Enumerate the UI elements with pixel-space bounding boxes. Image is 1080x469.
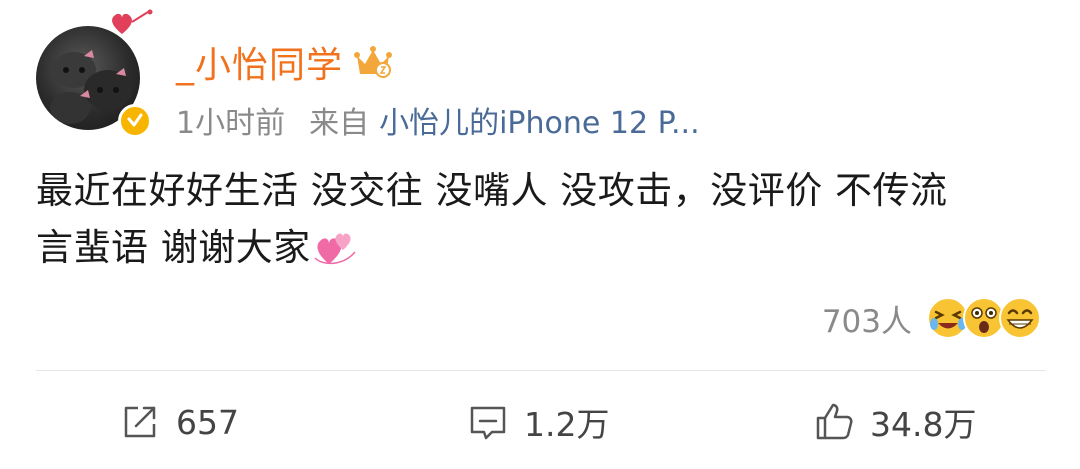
username-row: _小怡同学 [176, 40, 393, 86]
post-text-line-2: 言蜚语 谢谢大家 [36, 226, 311, 269]
comment-button[interactable]: 1.2万 [466, 390, 609, 454]
source-device-link[interactable]: 小怡儿的iPhone 12 P... [379, 98, 700, 142]
reaction-count[interactable]: 703人 [822, 296, 912, 341]
post-time: 1小时前 [176, 106, 286, 141]
weibo-post-card: _小怡同学 1小时前 来自 小怡儿的iPhone 12 P... 最近在好好生活… [0, 0, 1080, 469]
source-label: 来自 [309, 106, 370, 141]
divider [36, 370, 1046, 371]
verified-badge-icon [118, 104, 152, 138]
heart-frame-icon [112, 9, 153, 34]
repost-icon [124, 406, 156, 438]
repost-count: 657 [176, 402, 239, 442]
post-body: 最近在好好生活 没交往 没嘴人 没攻击，没评价 不传流 言蜚语 谢谢大家 [36, 162, 1046, 276]
like-button[interactable]: 34.8万 [812, 390, 976, 454]
thumbs-up-icon [816, 403, 853, 440]
post-text-line-1: 最近在好好生活 没交往 没嘴人 没攻击，没评价 不传流 [36, 169, 948, 212]
like-count: 34.8万 [870, 405, 977, 444]
reaction-emoji-stack[interactable] [926, 294, 1046, 342]
post-meta: 1小时前 来自 小怡儿的iPhone 12 P... [176, 98, 700, 142]
comment-icon [470, 406, 506, 440]
avatar-container[interactable] [36, 9, 153, 138]
repost-button[interactable]: 657 [118, 390, 239, 454]
two-hearts-emoji-icon [314, 233, 356, 265]
vip-crown-icon[interactable] [353, 44, 393, 80]
comment-count: 1.2万 [524, 405, 610, 444]
reaction-summary[interactable]: 703人 [822, 294, 1046, 342]
grinning-emoji-icon [999, 297, 1041, 339]
post-text-line-2-wrap: 言蜚语 谢谢大家 [36, 219, 1046, 276]
action-bar: 657 1.2万 34.8万 [0, 390, 1080, 454]
username[interactable]: _小怡同学 [176, 36, 343, 88]
